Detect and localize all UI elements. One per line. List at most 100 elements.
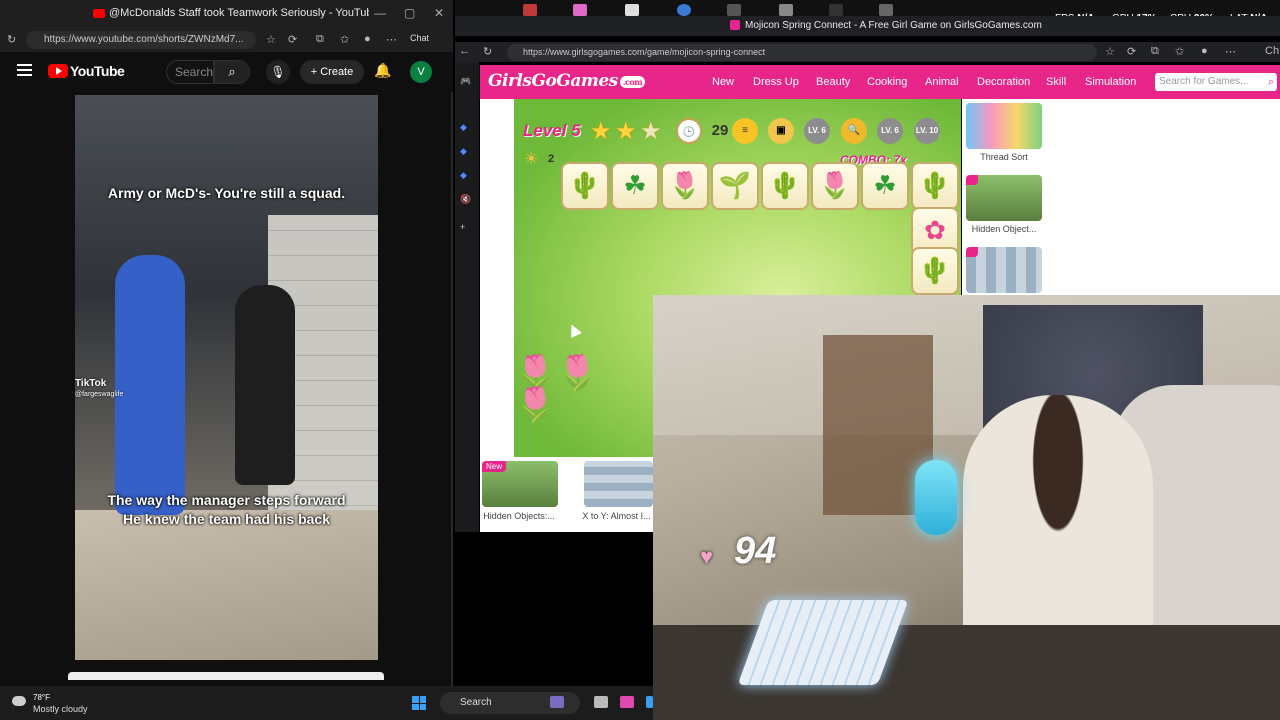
weather-description[interactable]: Mostly cloudy: [33, 704, 88, 714]
next-short-preview[interactable]: [68, 672, 384, 680]
app-icon-1[interactable]: [523, 4, 537, 16]
picture-hint-icon[interactable]: ▣: [768, 118, 794, 144]
close-icon[interactable]: ✕: [434, 6, 444, 20]
nav-decoration[interactable]: Decoration: [977, 76, 1030, 88]
nav-simulation[interactable]: Simulation: [1085, 76, 1136, 88]
side-icon-3[interactable]: ◆: [460, 170, 467, 181]
favorites-icon[interactable]: ✩: [1175, 45, 1184, 58]
extensions-icon[interactable]: ⧉: [316, 33, 324, 46]
youtube-logo-text[interactable]: YouTube: [70, 63, 125, 79]
right-url-field[interactable]: https://www.girlsgogames.com/game/mojico…: [507, 44, 1097, 61]
shorts-video-player[interactable]: Army or McD's- You're still a squad. The…: [75, 95, 378, 660]
maze-game-thumbnail[interactable]: [966, 247, 1042, 293]
create-button[interactable]: + Create: [300, 60, 364, 84]
task-view-icon[interactable]: [594, 696, 608, 708]
left-tab-title[interactable]: @McDonalds Staff took Teamwork Seriously…: [109, 7, 369, 19]
edge-icon[interactable]: [620, 696, 634, 708]
tile-cactus[interactable]: 🌵: [561, 162, 609, 210]
tile-clover[interactable]: ☘: [861, 162, 909, 210]
weather-temperature[interactable]: 78°F: [33, 693, 50, 702]
locked-level-3[interactable]: LV. 10: [914, 118, 940, 144]
tile-cactus[interactable]: 🌵: [761, 162, 809, 210]
mute-icon[interactable]: 🔇: [460, 194, 471, 205]
hamburger-menu-icon[interactable]: [17, 64, 32, 76]
x-to-y-thumbnail[interactable]: [584, 461, 653, 507]
menu-dots-icon[interactable]: ⋯: [1225, 45, 1236, 58]
expand-icon[interactable]: ⤢: [492, 409, 503, 426]
app-icon-4[interactable]: [677, 4, 691, 16]
right-tab-title[interactable]: Mojicon Spring Connect - A Free Girl Gam…: [745, 20, 1042, 31]
app-icon-7[interactable]: [829, 4, 843, 16]
x-to-y-label[interactable]: X to Y: Almost I...: [580, 511, 653, 521]
favorites-icon[interactable]: ✩: [340, 33, 349, 46]
store-icon[interactable]: [646, 696, 653, 708]
magnifier-hint-icon[interactable]: 🔍: [841, 118, 867, 144]
profile-icon[interactable]: ●: [1201, 45, 1208, 57]
menu-dots-icon[interactable]: ⋯: [386, 33, 397, 46]
hidden-objects-thumbnail[interactable]: New: [482, 461, 558, 507]
timer-clock-icon: 🕒: [676, 118, 702, 144]
extensions-icon[interactable]: ⧉: [1151, 45, 1159, 58]
game-sidebar: Thread Sort Hidden Object...: [962, 99, 1050, 295]
thread-sort-label[interactable]: Thread Sort: [962, 152, 1046, 162]
hidden-object-label[interactable]: Hidden Object...: [962, 224, 1046, 234]
sun-icon: ☀: [524, 151, 539, 168]
level-label: Level 5: [523, 121, 581, 140]
left-chat-button[interactable]: Chat: [410, 33, 429, 43]
microphone-icon[interactable]: 🎙: [266, 60, 290, 84]
avatar[interactable]: V: [410, 61, 432, 83]
windows-start-icon[interactable]: [412, 696, 426, 710]
hidden-object-thumbnail[interactable]: [966, 175, 1042, 221]
tile-clover[interactable]: ☘: [611, 162, 659, 210]
reload-icon[interactable]: ↻: [7, 33, 16, 46]
star-icon[interactable]: ☆: [1105, 45, 1115, 58]
nav-cooking[interactable]: Cooking: [867, 76, 907, 88]
menu-icon[interactable]: ≡: [732, 118, 758, 144]
minimize-icon[interactable]: —: [374, 6, 386, 20]
right-chat-button[interactable]: Ch: [1265, 45, 1279, 57]
gamepad-icon[interactable]: 🎮: [460, 76, 471, 87]
profile-icon[interactable]: ●: [364, 33, 371, 45]
app-icon-6[interactable]: [779, 4, 793, 16]
left-url-field[interactable]: https://www.youtube.com/shorts/ZWNzMd7..…: [26, 31, 256, 49]
youtube-logo-icon[interactable]: [48, 64, 68, 78]
tile-sprout[interactable]: 🌱: [711, 162, 759, 210]
tile-tulip[interactable]: 🌷: [811, 162, 859, 210]
tile-cactus[interactable]: 🌵: [911, 162, 959, 210]
add-icon[interactable]: +: [460, 222, 465, 232]
youtube-search-input[interactable]: Search: [166, 60, 214, 84]
star-icon[interactable]: ☆: [266, 33, 276, 46]
nav-skill[interactable]: Skill: [1046, 76, 1066, 88]
reload-icon[interactable]: ↻: [483, 45, 492, 58]
back-arrow-icon[interactable]: ←: [459, 45, 470, 57]
app-icon-5[interactable]: [727, 4, 741, 16]
search-icon[interactable]: ⌕: [1268, 73, 1274, 91]
video-person-black: [235, 285, 295, 485]
locked-level-1[interactable]: LV. 6: [804, 118, 830, 144]
girlsgogames-logo[interactable]: GirlsGoGames .com: [488, 71, 646, 91]
refresh-ext-icon[interactable]: ⟳: [288, 33, 297, 46]
tile-tulip[interactable]: 🌷: [661, 162, 709, 210]
cloud-icon[interactable]: [12, 696, 26, 706]
fullscreen-icon[interactable]: ⛶: [492, 435, 502, 452]
nav-new[interactable]: New: [712, 76, 734, 88]
app-icon-8[interactable]: [879, 4, 893, 16]
thread-sort-thumbnail[interactable]: [966, 103, 1042, 149]
taskbar-app-icon[interactable]: [550, 696, 564, 708]
nav-dress-up[interactable]: Dress Up: [753, 76, 799, 88]
maximize-icon[interactable]: ▢: [404, 6, 415, 20]
hidden-objects-label[interactable]: Hidden Objects:...: [479, 511, 559, 521]
side-icon-1[interactable]: ◆: [460, 122, 467, 133]
girlsgogames-search-input[interactable]: Search for Games... ⌕: [1155, 73, 1277, 91]
locked-level-2[interactable]: LV. 6: [877, 118, 903, 144]
nav-animal[interactable]: Animal: [925, 76, 959, 88]
app-icon-3[interactable]: [625, 4, 639, 16]
nav-beauty[interactable]: Beauty: [816, 76, 850, 88]
app-icon-2[interactable]: [573, 4, 587, 16]
refresh-ext-icon[interactable]: ⟳: [1127, 45, 1136, 58]
side-icon-2[interactable]: ◆: [460, 146, 467, 157]
tile-cactus[interactable]: 🌵: [911, 247, 959, 295]
notifications-bell-icon[interactable]: 🔔: [374, 62, 391, 79]
search-icon[interactable]: ⌕: [214, 60, 250, 84]
video-caption-bottom: The way the manager steps forward He kne…: [75, 491, 378, 529]
